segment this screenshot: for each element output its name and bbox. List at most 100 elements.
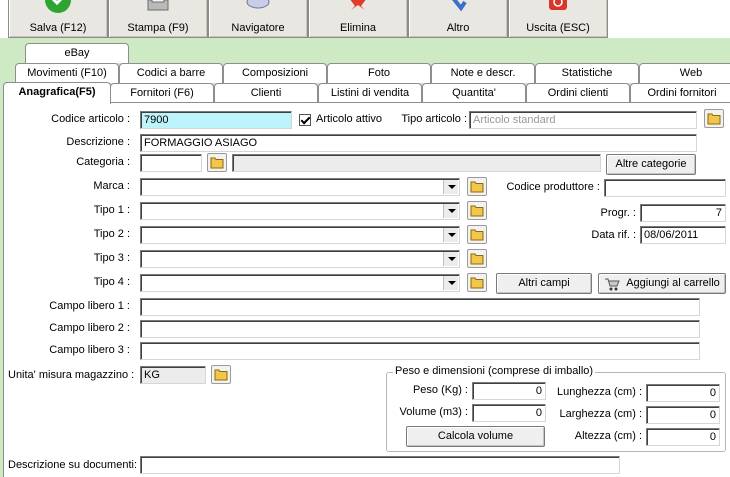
- tab-web[interactable]: Web: [639, 63, 730, 83]
- folder-icon: [707, 113, 721, 125]
- tab-fornitori[interactable]: Fornitori (F6): [110, 83, 214, 103]
- unita-misura-input[interactable]: KG: [140, 366, 206, 384]
- codice-articolo-input[interactable]: 7900: [140, 111, 292, 129]
- tab-foto[interactable]: Foto: [327, 63, 431, 83]
- tipo2-select[interactable]: [140, 226, 460, 244]
- altezza-input[interactable]: 0: [646, 428, 720, 446]
- folder-icon: [470, 277, 484, 289]
- marca-select[interactable]: [140, 178, 460, 196]
- categoria-label: Categoria :: [76, 156, 130, 168]
- exit-label: Uscita (ESC): [526, 22, 590, 34]
- marca-label: Marca :: [93, 180, 130, 192]
- tab-anagrafica[interactable]: Anagrafica(F5): [3, 82, 111, 104]
- larghezza-label: Larghezza (cm) :: [559, 408, 642, 420]
- print-label: Stampa (F9): [127, 22, 189, 34]
- categoria-folder-button[interactable]: [207, 153, 227, 172]
- progr-input[interactable]: 7: [640, 204, 726, 222]
- articolo-attivo-label: Articolo attivo: [316, 113, 383, 125]
- campo-libero-2-label: Campo libero 2 :: [49, 322, 130, 334]
- tab-ordini-clienti[interactable]: Ordini clienti: [526, 83, 630, 103]
- campo-libero-3-input[interactable]: [140, 342, 700, 360]
- tipo-articolo-input[interactable]: Articolo standard: [469, 111, 697, 129]
- codice-produttore-input[interactable]: [604, 179, 726, 197]
- tab-codici-a-barre[interactable]: Codici a barre: [119, 63, 223, 83]
- peso-label: Peso (Kg) :: [412, 384, 468, 396]
- tab-ebay[interactable]: eBay: [25, 43, 129, 63]
- folder-icon: [214, 369, 228, 381]
- save-button[interactable]: Salva (F12): [8, 0, 108, 38]
- data-rif-input[interactable]: 08/06/2011: [640, 226, 726, 244]
- altre-categorie-button[interactable]: Altre categorie: [606, 154, 696, 175]
- tipo4-label: Tipo 4 :: [93, 276, 130, 288]
- peso-input[interactable]: 0: [472, 382, 546, 400]
- tab-clienti[interactable]: Clienti: [214, 83, 318, 103]
- peso-dimensioni-title: Peso e dimensioni (comprese di imballo): [393, 365, 596, 377]
- dropdown-arrow-icon[interactable]: [443, 180, 458, 194]
- dropdown-arrow-icon[interactable]: [443, 252, 458, 266]
- delete-button[interactable]: Elimina: [308, 0, 408, 38]
- exit-button[interactable]: Uscita (ESC): [508, 0, 608, 38]
- tipo1-label: Tipo 1 :: [93, 204, 130, 216]
- cart-icon: [605, 278, 620, 291]
- toolbar: Salva (F12) Stampa (F9) Navigatore Elimi…: [0, 0, 730, 38]
- aggiungi-al-carrello-button[interactable]: Aggiungi al carrello: [598, 273, 726, 294]
- navigator-label: Navigatore: [231, 22, 285, 34]
- folder-icon: [470, 205, 484, 217]
- calcola-volume-button[interactable]: Calcola volume: [406, 426, 545, 447]
- printer-icon: [143, 0, 173, 17]
- tipo-articolo-folder-button[interactable]: [704, 109, 724, 128]
- folder-icon: [470, 229, 484, 241]
- aggiungi-al-carrello-label: Aggiungi al carrello: [626, 277, 720, 289]
- save-label: Salva (F12): [29, 22, 87, 34]
- volume-input[interactable]: 0: [472, 404, 546, 422]
- campo-libero-1-label: Campo libero 1 :: [49, 300, 130, 312]
- navigator-button[interactable]: Navigatore: [208, 0, 308, 38]
- tipo-articolo-label: Tipo articolo :: [401, 113, 467, 125]
- tab-listini-di-vendita[interactable]: Listini di vendita: [318, 83, 422, 103]
- altri-campi-button[interactable]: Altri campi: [496, 273, 592, 294]
- dropdown-arrow-icon[interactable]: [443, 276, 458, 290]
- dropdown-arrow-icon[interactable]: [443, 228, 458, 242]
- tipo3-folder-button[interactable]: [467, 249, 487, 268]
- tab-movimenti[interactable]: Movimenti (F10): [15, 63, 119, 83]
- larghezza-input[interactable]: 0: [646, 406, 720, 424]
- tipo3-label: Tipo 3 :: [93, 252, 130, 264]
- articolo-attivo-checkbox[interactable]: [299, 114, 311, 126]
- tipo2-label: Tipo 2 :: [93, 228, 130, 240]
- other-button[interactable]: Altro: [408, 0, 508, 38]
- tipo4-folder-button[interactable]: [467, 273, 487, 292]
- unita-misura-label: Unita' misura magazzino :: [8, 369, 135, 381]
- campo-libero-2-input[interactable]: [140, 320, 700, 338]
- campo-libero-1-input[interactable]: [140, 298, 700, 316]
- tab-quantita[interactable]: Quantita': [422, 83, 526, 103]
- data-rif-label: Data rif. :: [591, 229, 636, 241]
- descrizione-documenti-input[interactable]: [140, 456, 620, 474]
- tab-composizioni[interactable]: Composizioni: [223, 63, 327, 83]
- exit-icon: [543, 0, 573, 17]
- delete-x-icon: [343, 0, 373, 17]
- tab-statistiche[interactable]: Statistiche: [535, 63, 639, 83]
- tab-note-e-descr[interactable]: Note e descr.: [431, 63, 535, 83]
- folder-icon: [470, 181, 484, 193]
- folder-icon: [470, 253, 484, 265]
- campo-libero-3-label: Campo libero 3 :: [49, 344, 130, 356]
- check-icon: [43, 0, 73, 17]
- tipo4-select[interactable]: [140, 274, 460, 292]
- navigator-icon: [243, 0, 273, 17]
- tipo1-select[interactable]: [140, 202, 460, 220]
- tipo2-folder-button[interactable]: [467, 225, 487, 244]
- tipo3-select[interactable]: [140, 250, 460, 268]
- tab-ordini-fornitori[interactable]: Ordini fornitori: [630, 83, 730, 103]
- progr-label: Progr. :: [600, 207, 636, 219]
- folder-icon: [210, 157, 224, 169]
- marca-folder-button[interactable]: [467, 177, 487, 196]
- categoria-input[interactable]: [140, 154, 202, 172]
- descrizione-input[interactable]: FORMAGGIO ASIAGO: [140, 134, 697, 152]
- lunghezza-input[interactable]: 0: [646, 384, 720, 402]
- unita-misura-folder-button[interactable]: [211, 365, 231, 384]
- other-label: Altro: [446, 22, 470, 34]
- delete-label: Elimina: [339, 22, 377, 34]
- dropdown-arrow-icon[interactable]: [443, 204, 458, 218]
- print-button[interactable]: Stampa (F9): [108, 0, 208, 38]
- tipo1-folder-button[interactable]: [467, 201, 487, 220]
